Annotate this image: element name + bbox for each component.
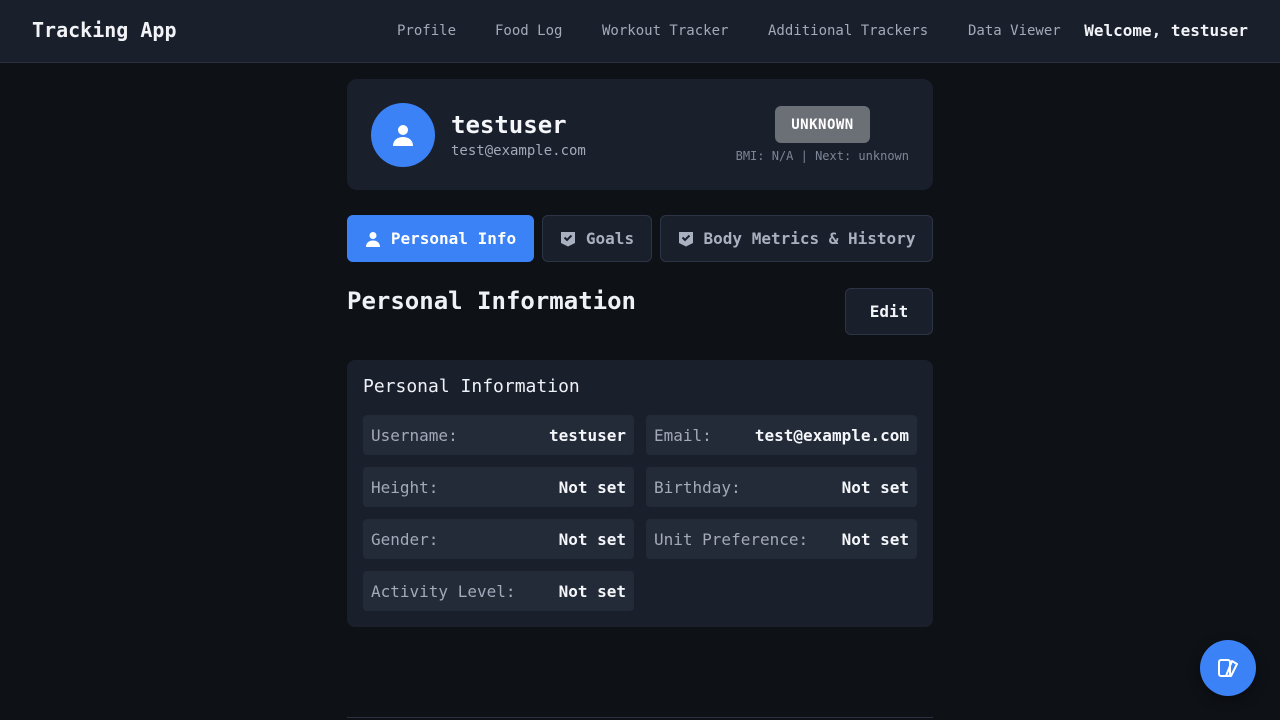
divider bbox=[347, 717, 933, 718]
tab-body-metrics-history[interactable]: Body Metrics & History bbox=[660, 215, 933, 262]
badge-icon bbox=[678, 231, 694, 247]
field-height: Height: Not set bbox=[363, 467, 634, 507]
nav-profile[interactable]: Profile bbox=[397, 23, 456, 39]
welcome-message: Welcome, testuser bbox=[1084, 21, 1248, 40]
nav-additional-trackers[interactable]: Additional Trackers bbox=[768, 23, 928, 39]
card-title: Personal Information bbox=[363, 376, 580, 397]
field-unit-preference: Unit Preference: Not set bbox=[646, 519, 917, 559]
field-username: Username: testuser bbox=[363, 415, 634, 455]
field-birthday: Birthday: Not set bbox=[646, 467, 917, 507]
nav-workout-tracker[interactable]: Workout Tracker bbox=[602, 23, 728, 39]
field-value: test@example.com bbox=[754, 425, 909, 445]
nav-data-viewer[interactable]: Data Viewer bbox=[968, 23, 1061, 39]
profile-header-card: testuser test@example.com UNKNOWN BMI: N… bbox=[347, 79, 933, 190]
field-label: Unit Preference: bbox=[654, 529, 809, 549]
personal-info-card: Personal Information Username: testuser … bbox=[347, 360, 933, 627]
field-label: Gender: bbox=[371, 529, 439, 549]
tab-label: Personal Info bbox=[390, 229, 517, 248]
field-label: Email: bbox=[654, 425, 712, 445]
tab-label: Goals bbox=[585, 229, 635, 248]
field-value: Not set bbox=[558, 529, 626, 549]
avatar bbox=[371, 103, 435, 167]
theme-toggle-button[interactable] bbox=[1200, 640, 1256, 696]
user-icon bbox=[365, 231, 381, 247]
field-value: Not set bbox=[841, 529, 909, 549]
theme-icon bbox=[1217, 657, 1239, 679]
edit-button[interactable]: Edit bbox=[845, 288, 933, 335]
badge-icon bbox=[560, 231, 576, 247]
field-value: testuser bbox=[548, 425, 626, 445]
field-label: Activity Level: bbox=[371, 581, 516, 601]
tab-label: Body Metrics & History bbox=[703, 229, 916, 248]
field-label: Username: bbox=[371, 425, 458, 445]
field-value: Not set bbox=[558, 581, 626, 601]
tab-goals[interactable]: Goals bbox=[542, 215, 652, 262]
user-icon bbox=[391, 123, 415, 147]
field-label: Height: bbox=[371, 477, 439, 497]
app-title[interactable]: Tracking App bbox=[32, 18, 177, 42]
page-title: Personal Information bbox=[347, 287, 636, 315]
field-activity-level: Activity Level: Not set bbox=[363, 571, 634, 611]
status-badge: UNKNOWN bbox=[775, 106, 870, 143]
field-gender: Gender: Not set bbox=[363, 519, 634, 559]
field-value: Not set bbox=[841, 477, 909, 497]
field-email: Email: test@example.com bbox=[646, 415, 917, 455]
tab-personal-info[interactable]: Personal Info bbox=[347, 215, 534, 262]
bmi-summary: BMI: N/A | Next: unknown bbox=[735, 149, 909, 163]
top-navbar: Tracking App Profile Food Log Workout Tr… bbox=[0, 0, 1280, 63]
field-label: Birthday: bbox=[654, 477, 741, 497]
field-value: Not set bbox=[558, 477, 626, 497]
profile-email: test@example.com bbox=[451, 143, 586, 159]
profile-username: testuser bbox=[451, 111, 567, 139]
nav-food-log[interactable]: Food Log bbox=[495, 23, 562, 39]
